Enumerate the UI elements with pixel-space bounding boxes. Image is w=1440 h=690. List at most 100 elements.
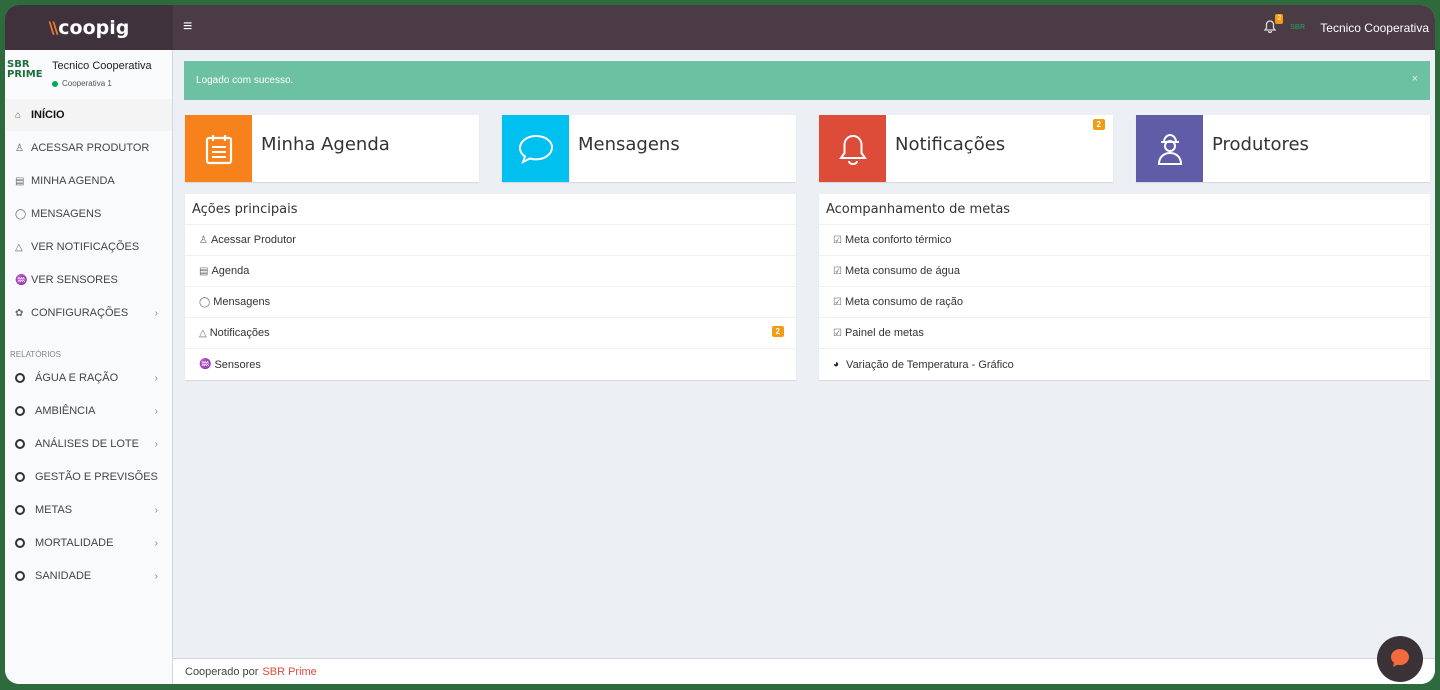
infobox-label: Notificações: [895, 134, 1006, 155]
footer: Cooperado por SBR Prime: [173, 658, 1435, 684]
sidebar-item-ambiencia[interactable]: AMBIÊNCIA ›: [5, 395, 172, 427]
chat-bubble-icon: [1388, 646, 1412, 673]
sidebar-item-ver-sensores[interactable]: ♒ VER SENSORES: [5, 264, 172, 296]
user-name: Tecnico Cooperativa: [1320, 20, 1429, 35]
sbr-prime-logo: SBR PRIME: [7, 59, 43, 80]
action-agenda[interactable]: ▤ Agenda: [185, 256, 796, 287]
sidebar-item-acessar-produtor[interactable]: ♙ ACESSAR PRODUTOR: [5, 132, 172, 164]
chat-icon: [502, 115, 569, 182]
chat-support-button[interactable]: [1377, 636, 1423, 682]
user-status-text: Cooperativa 1: [62, 79, 112, 88]
notifications-bell-button[interactable]: 2: [1264, 13, 1284, 36]
pie-chart-icon: ◕: [833, 359, 840, 370]
infobox-label: Minha Agenda: [261, 134, 390, 155]
notification-count-badge: 2: [1275, 13, 1284, 24]
circle-icon: [15, 472, 25, 482]
sidebar-item-metas[interactable]: METAS ›: [5, 494, 172, 526]
rss-icon: ♒: [199, 359, 212, 370]
sidebar-user-name: Tecnico Cooperativa: [52, 60, 152, 72]
circle-icon: [15, 505, 25, 515]
brand-logo[interactable]: \\ coopig: [5, 5, 173, 50]
goal-consumo-racao[interactable]: ☑ Meta consumo de ração: [819, 287, 1430, 318]
circle-icon: [15, 373, 25, 383]
chevron-right-icon: ›: [154, 471, 158, 483]
goal-conforto-termico[interactable]: ☑ Meta conforto térmico: [819, 225, 1430, 256]
chevron-right-icon: ›: [154, 504, 158, 516]
notification-count-badge: 2: [771, 326, 784, 337]
logo-text: coopig: [58, 16, 130, 39]
circle-icon: [15, 538, 25, 548]
sidebar-item-analises-lote[interactable]: ANÁLISES DE LOTE ›: [5, 428, 172, 460]
sidebar-item-agua-racao[interactable]: ÁGUA E RAÇÃO ›: [5, 362, 172, 394]
bell-icon: △: [199, 327, 207, 339]
chevron-right-icon: ›: [154, 307, 158, 319]
sidebar-item-configuracoes[interactable]: ✿ CONFIGURAÇÕES ›: [5, 297, 172, 329]
sidebar-item-sanidade[interactable]: SANIDADE ›: [5, 560, 172, 592]
infobox-label: Mensagens: [578, 134, 680, 155]
chevron-right-icon: ›: [154, 438, 158, 450]
checkbox-icon: ☑: [833, 234, 842, 246]
sidebar-item-minha-agenda[interactable]: ▤ MINHA AGENDA: [5, 165, 172, 197]
chevron-right-icon: ›: [154, 537, 158, 549]
footer-text: Cooperado por: [185, 665, 259, 678]
infobox-produtores[interactable]: Produtores: [1136, 115, 1430, 182]
user-menu[interactable]: SBR Tecnico Cooperativa: [1290, 21, 1429, 35]
notification-count-badge: 2: [1092, 119, 1105, 130]
top-navbar: \\ coopig ≡ 2 SBR Tecnico Cooperativa: [5, 5, 1435, 50]
success-alert: Logado com sucesso. ×: [184, 61, 1430, 100]
checkbox-icon: ☑: [833, 296, 842, 308]
home-icon: ⌂: [15, 109, 22, 121]
infobox-minha-agenda[interactable]: Minha Agenda: [185, 115, 479, 182]
infobox-label: Produtores: [1212, 134, 1309, 155]
reports-section-header: RELATÓRIOS: [10, 350, 61, 359]
alert-message: Logado com sucesso.: [196, 75, 294, 86]
app-window: \\ coopig ≡ 2 SBR Tecnico Cooperativa SB…: [5, 5, 1435, 684]
sidebar-item-ver-notificacoes[interactable]: △ VER NOTIFICAÇÕES: [5, 231, 172, 263]
chevron-right-icon: ›: [154, 405, 158, 417]
circle-icon: [15, 439, 25, 449]
checkbox-icon: ☑: [833, 265, 842, 277]
close-icon[interactable]: ×: [1412, 73, 1418, 85]
actions-panel: Ações principais ♙ Acessar Produtor ▤ Ag…: [185, 194, 796, 380]
calendar-icon: ▤: [15, 175, 25, 187]
user-panel: SBR PRIME Tecnico Cooperativa Cooperativ…: [5, 50, 172, 98]
checkbox-icon: ☑: [833, 327, 842, 339]
gear-icon: ✿: [15, 307, 24, 319]
action-acessar-produtor[interactable]: ♙ Acessar Produtor: [185, 225, 796, 256]
user-icon: ♙: [15, 142, 24, 154]
goal-variacao-temperatura[interactable]: ◕ Variação de Temperatura - Gráfico: [819, 349, 1430, 380]
goal-consumo-agua[interactable]: ☑ Meta consumo de água: [819, 256, 1430, 287]
chat-icon: ◯: [15, 208, 27, 220]
actions-panel-title: Ações principais: [185, 194, 796, 225]
action-sensores[interactable]: ♒ Sensores: [185, 349, 796, 380]
action-mensagens[interactable]: ◯ Mensagens: [185, 287, 796, 318]
chevron-right-icon: ›: [154, 372, 158, 384]
user-icon: ♙: [199, 234, 208, 246]
calendar-icon: ▤: [199, 265, 209, 277]
chevron-right-icon: ›: [154, 570, 158, 582]
goals-panel-title: Acompanhamento de metas: [819, 194, 1430, 225]
footer-link[interactable]: SBR Prime: [262, 666, 316, 678]
sidebar: SBR PRIME Tecnico Cooperativa Cooperativ…: [5, 50, 173, 684]
menu-toggle-icon[interactable]: ≡: [183, 18, 192, 36]
infobox-mensagens[interactable]: Mensagens: [502, 115, 796, 182]
sidebar-item-inicio[interactable]: ⌂ INÍCIO: [5, 99, 172, 131]
sidebar-item-gestao-previsoes[interactable]: GESTÃO E PREVISÕES ›: [5, 461, 172, 493]
navbar-right: 2 SBR Tecnico Cooperativa: [1264, 5, 1429, 50]
bell-icon: △: [15, 241, 23, 253]
bell-icon: [819, 115, 886, 182]
circle-icon: [15, 406, 25, 416]
infobox-notificacoes[interactable]: Notificações 2: [819, 115, 1113, 182]
chat-icon: ◯: [199, 296, 211, 308]
user-avatar: SBR: [1290, 24, 1306, 31]
sidebar-item-mensagens[interactable]: ◯ MENSAGENS: [5, 198, 172, 230]
goals-panel: Acompanhamento de metas ☑ Meta conforto …: [819, 194, 1430, 380]
action-notificacoes[interactable]: △ Notificações 2: [185, 318, 796, 349]
calendar-icon: [185, 115, 252, 182]
circle-icon: [15, 571, 25, 581]
farmer-icon: [1136, 115, 1203, 182]
logo-mark: \\: [48, 18, 59, 37]
sidebar-item-mortalidade[interactable]: MORTALIDADE ›: [5, 527, 172, 559]
goal-painel-metas[interactable]: ☑ Painel de metas: [819, 318, 1430, 349]
rss-icon: ♒: [15, 274, 28, 286]
